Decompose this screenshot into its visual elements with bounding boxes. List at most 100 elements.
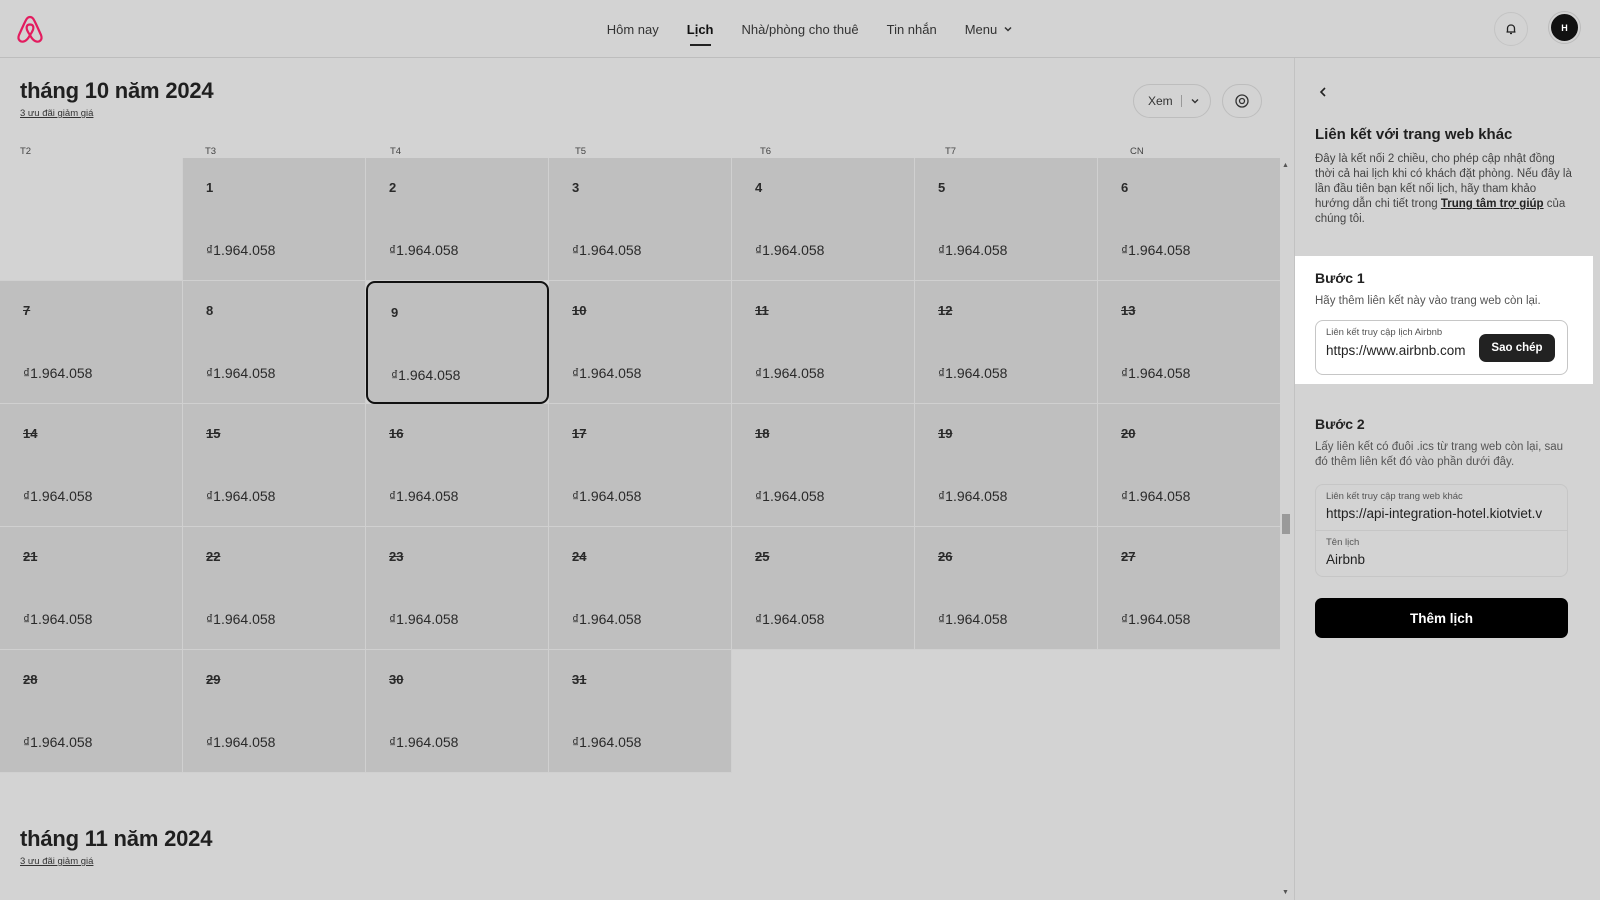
calendar-day-cell[interactable]: 25 ₫1.964.058 — [732, 527, 915, 650]
calendar-day-cell[interactable]: 17 ₫1.964.058 — [549, 404, 732, 527]
calendar-day-cell[interactable]: 24 ₫1.964.058 — [549, 527, 732, 650]
day-price: ₫1.964.058 — [206, 734, 276, 750]
day-number: 25 — [755, 549, 770, 564]
day-number: 23 — [389, 549, 404, 564]
nav-listings[interactable]: Nhà/phòng cho thuê — [742, 22, 859, 37]
calendar-day-cell[interactable]: 10 ₫1.964.058 — [549, 281, 732, 404]
scroll-up-icon[interactable]: ▲ — [1282, 162, 1289, 169]
calendar-day-cell[interactable]: 28 ₫1.964.058 — [0, 650, 183, 773]
scrollbar-thumb[interactable] — [1282, 514, 1290, 534]
calendar-day-cell[interactable]: 26 ₫1.964.058 — [915, 527, 1098, 650]
calendar-day-cell[interactable]: 22 ₫1.964.058 — [183, 527, 366, 650]
day-number: 10 — [572, 303, 587, 318]
day-price: ₫1.964.058 — [389, 488, 459, 504]
calendar-day-cell[interactable]: 8 ₫1.964.058 — [183, 281, 366, 404]
day-number: 11 — [755, 303, 769, 318]
calendar-day-cell[interactable]: 15 ₫1.964.058 — [183, 404, 366, 527]
day-price: ₫1.964.058 — [572, 242, 642, 258]
calendar-day-cell[interactable]: 19 ₫1.964.058 — [915, 404, 1098, 527]
calendar-day-cell[interactable]: 29 ₫1.964.058 — [183, 650, 366, 773]
day-number: 19 — [938, 426, 953, 441]
external-link-value[interactable]: https://api-integration-hotel.kiotviet.v — [1326, 506, 1561, 521]
day-price: ₫1.964.058 — [1121, 488, 1191, 504]
day-number: 12 — [938, 303, 953, 318]
calendar-day-cell[interactable]: 13 ₫1.964.058 — [1098, 281, 1280, 404]
month-title-november: tháng 11 năm 2024 — [20, 826, 213, 851]
day-price: ₫1.964.058 — [206, 365, 276, 381]
calendar-day-cell[interactable]: 27 ₫1.964.058 — [1098, 527, 1280, 650]
calendar-day-cell[interactable]: 31 ₫1.964.058 — [549, 650, 732, 773]
external-link-field[interactable]: Liên kết truy cập trang web khác https:/… — [1315, 484, 1568, 531]
calendar-day-cell[interactable]: 12 ₫1.964.058 — [915, 281, 1098, 404]
calendar-day-cell[interactable]: 5 ₫1.964.058 — [915, 158, 1098, 281]
notifications-button[interactable] — [1494, 12, 1528, 46]
calendar-day-cell[interactable]: 14 ₫1.964.058 — [0, 404, 183, 527]
calendar-day-cell[interactable]: 16 ₫1.964.058 — [366, 404, 549, 527]
calendar-day-cell[interactable]: 1 ₫1.964.058 — [183, 158, 366, 281]
step-2-subtitle: Lấy liên kết có đuôi .ics từ trang web c… — [1315, 441, 1564, 468]
avatar[interactable]: H — [1549, 12, 1580, 43]
airbnb-calendar-link-field[interactable]: Liên kết truy cập lịch Airbnb https://ww… — [1315, 320, 1568, 375]
chevron-down-icon — [1004, 26, 1012, 32]
link-calendar-panel: Liên kết với trang web khác Đây là kết n… — [1294, 58, 1600, 900]
day-price: ₫1.964.058 — [389, 734, 459, 750]
panel-description: Đây là kết nối 2 chiều, cho phép cập nhậ… — [1315, 152, 1573, 227]
calendar-day-cell[interactable]: 6 ₫1.964.058 — [1098, 158, 1280, 281]
nav-menu-label: Menu — [964, 21, 998, 37]
calendar-day-cell[interactable]: 9 ₫1.964.058 — [366, 281, 549, 404]
day-price: ₫1.964.058 — [1121, 611, 1191, 627]
nav-messages[interactable]: Tin nhắn — [887, 22, 937, 37]
avatar-initial: H — [1561, 22, 1568, 33]
airbnb-link-value[interactable]: https://www.airbnb.com — [1326, 343, 1471, 358]
copy-button[interactable]: Sao chép — [1479, 334, 1555, 362]
nav-menu[interactable]: Menu — [965, 22, 1014, 37]
calendar-day-cell[interactable]: 3 ₫1.964.058 — [549, 158, 732, 281]
field-label: Liên kết truy cập lịch Airbnb — [1326, 327, 1443, 338]
discount-link-november[interactable]: 3 ưu đãi giảm giá — [20, 856, 93, 867]
day-number: 8 — [206, 303, 214, 318]
field-label: Liên kết truy cập trang web khác — [1326, 491, 1463, 502]
calendar-day-cell[interactable]: 30 ₫1.964.058 — [366, 650, 549, 773]
day-price: ₫1.964.058 — [755, 365, 825, 381]
day-price: ₫1.964.058 — [389, 242, 459, 258]
day-number: 27 — [1121, 549, 1136, 564]
day-number: 4 — [755, 180, 763, 195]
calendar-day-cell[interactable]: 2 ₫1.964.058 — [366, 158, 549, 281]
view-dropdown-button[interactable]: Xem — [1133, 84, 1211, 118]
step-2-title: Bước 2 — [1315, 416, 1365, 432]
divider — [1180, 95, 1182, 107]
day-number: 1 — [206, 180, 214, 195]
day-number: 5 — [938, 180, 946, 195]
day-price: ₫1.964.058 — [572, 365, 642, 381]
back-button[interactable] — [1313, 82, 1333, 102]
calendar-settings-button[interactable] — [1222, 84, 1262, 118]
calendar-main: tháng 10 năm 2024 3 ưu đãi giảm giá Xem … — [0, 58, 1280, 900]
weekday-label: T7 — [945, 146, 957, 157]
calendar-day-cell[interactable]: 11 ₫1.964.058 — [732, 281, 915, 404]
calendar-day-cell[interactable]: 21 ₫1.964.058 — [0, 527, 183, 650]
calendar-name-value[interactable]: Airbnb — [1326, 552, 1561, 567]
month-title-october: tháng 10 năm 2024 — [20, 78, 214, 103]
nav-calendar[interactable]: Lịch — [687, 22, 714, 46]
day-price: ₫1.964.058 — [1121, 365, 1191, 381]
calendar-day-cell[interactable]: 23 ₫1.964.058 — [366, 527, 549, 650]
scroll-down-icon[interactable]: ▼ — [1282, 889, 1289, 896]
add-calendar-button[interactable]: Thêm lịch — [1315, 598, 1568, 638]
calendar-day-cell[interactable]: 7 ₫1.964.058 — [0, 281, 183, 404]
day-number: 14 — [23, 426, 38, 441]
calendar-day-cell[interactable]: 4 ₫1.964.058 — [732, 158, 915, 281]
calendar-name-field[interactable]: Tên lịch Airbnb — [1315, 530, 1568, 577]
calendar-day-cell[interactable]: 18 ₫1.964.058 — [732, 404, 915, 527]
calendar-scrollbar[interactable]: ▲ ▼ — [1280, 158, 1292, 900]
main-nav: Hôm nay Lịch Nhà/phòng cho thuê Tin nhắn… — [0, 0, 1600, 58]
nav-listings-label: Nhà/phòng cho thuê — [741, 21, 859, 37]
day-price: ₫1.964.058 — [755, 242, 825, 258]
help-center-link[interactable]: Trung tâm trợ giúp — [1441, 198, 1544, 210]
bell-icon — [1506, 24, 1516, 35]
step-1-subtitle: Hãy thêm liên kết này vào trang web còn … — [1315, 295, 1541, 307]
calendar-day-cell[interactable]: 20 ₫1.964.058 — [1098, 404, 1280, 527]
nav-today[interactable]: Hôm nay — [607, 22, 659, 37]
view-button-label: Xem — [1148, 94, 1173, 108]
day-price: ₫1.964.058 — [23, 365, 93, 381]
discount-link-october[interactable]: 3 ưu đãi giảm giá — [20, 108, 93, 119]
